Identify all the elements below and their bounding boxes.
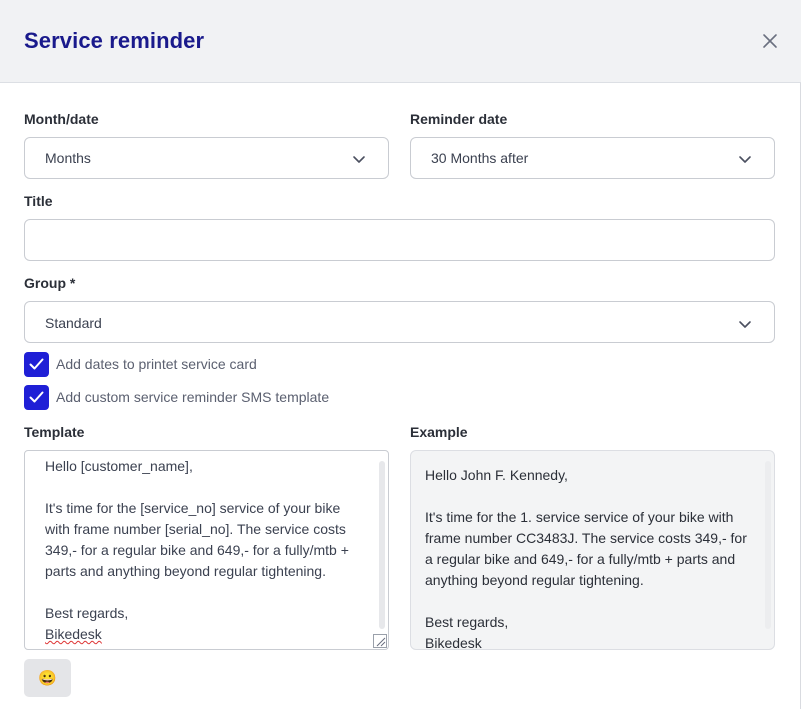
example-line-signature: Bikedesk bbox=[425, 635, 482, 650]
template-line-signature: Bikedesk bbox=[45, 626, 102, 642]
template-text: Hello [customer_name], It's time for the… bbox=[45, 456, 365, 645]
group-value: Standard bbox=[45, 315, 102, 331]
month-date-label: Month/date bbox=[24, 111, 99, 127]
group-label: Group * bbox=[24, 275, 76, 291]
checkmark-icon bbox=[29, 358, 44, 370]
example-line-body: It's time for the 1. service service of … bbox=[425, 509, 751, 588]
template-textarea[interactable]: Hello [customer_name], It's time for the… bbox=[24, 450, 389, 650]
reminder-date-value: 30 Months after bbox=[431, 150, 529, 166]
service-reminder-dialog: Service reminder Month/date Months Remin… bbox=[0, 0, 801, 709]
title-label: Title bbox=[24, 193, 53, 209]
custom-sms-label: Add custom service reminder SMS template bbox=[56, 389, 330, 405]
example-scrollbar[interactable] bbox=[765, 461, 771, 629]
example-preview: Hello John F. Kennedy, It's time for the… bbox=[410, 450, 775, 650]
checkmark-icon bbox=[29, 391, 44, 403]
month-date-value: Months bbox=[45, 150, 91, 166]
title-input[interactable] bbox=[24, 219, 775, 261]
reminder-date-label: Reminder date bbox=[410, 111, 508, 127]
group-select[interactable]: Standard bbox=[24, 301, 775, 343]
example-text: Hello John F. Kennedy, It's time for the… bbox=[425, 465, 755, 650]
close-icon[interactable] bbox=[760, 31, 780, 51]
resize-handle-icon[interactable] bbox=[373, 634, 387, 648]
dialog-title: Service reminder bbox=[24, 28, 205, 53]
custom-sms-checkbox[interactable] bbox=[24, 385, 49, 410]
template-line-greeting: Hello [customer_name], bbox=[45, 458, 193, 474]
template-line-body: It's time for the [service_no] service o… bbox=[45, 500, 353, 579]
month-date-select[interactable]: Months bbox=[24, 137, 389, 179]
emoji-button[interactable]: 😀 bbox=[24, 659, 71, 697]
add-dates-label: Add dates to printet service card bbox=[56, 356, 257, 372]
custom-sms-option: Add custom service reminder SMS template bbox=[24, 385, 424, 411]
example-label: Example bbox=[410, 424, 468, 440]
example-line-closing: Best regards, bbox=[425, 614, 509, 630]
template-line-closing: Best regards, bbox=[45, 605, 129, 621]
chevron-down-icon bbox=[353, 156, 365, 163]
smiley-icon: 😀 bbox=[38, 670, 57, 687]
example-line-greeting: Hello John F. Kennedy, bbox=[425, 467, 568, 483]
chevron-down-icon bbox=[739, 321, 751, 328]
dialog-header: Service reminder bbox=[0, 0, 801, 83]
template-scrollbar[interactable] bbox=[379, 461, 385, 629]
add-dates-checkbox[interactable] bbox=[24, 352, 49, 377]
chevron-down-icon bbox=[739, 156, 751, 163]
add-dates-option: Add dates to printet service card bbox=[24, 352, 424, 378]
reminder-date-select[interactable]: 30 Months after bbox=[410, 137, 775, 179]
template-label: Template bbox=[24, 424, 85, 440]
